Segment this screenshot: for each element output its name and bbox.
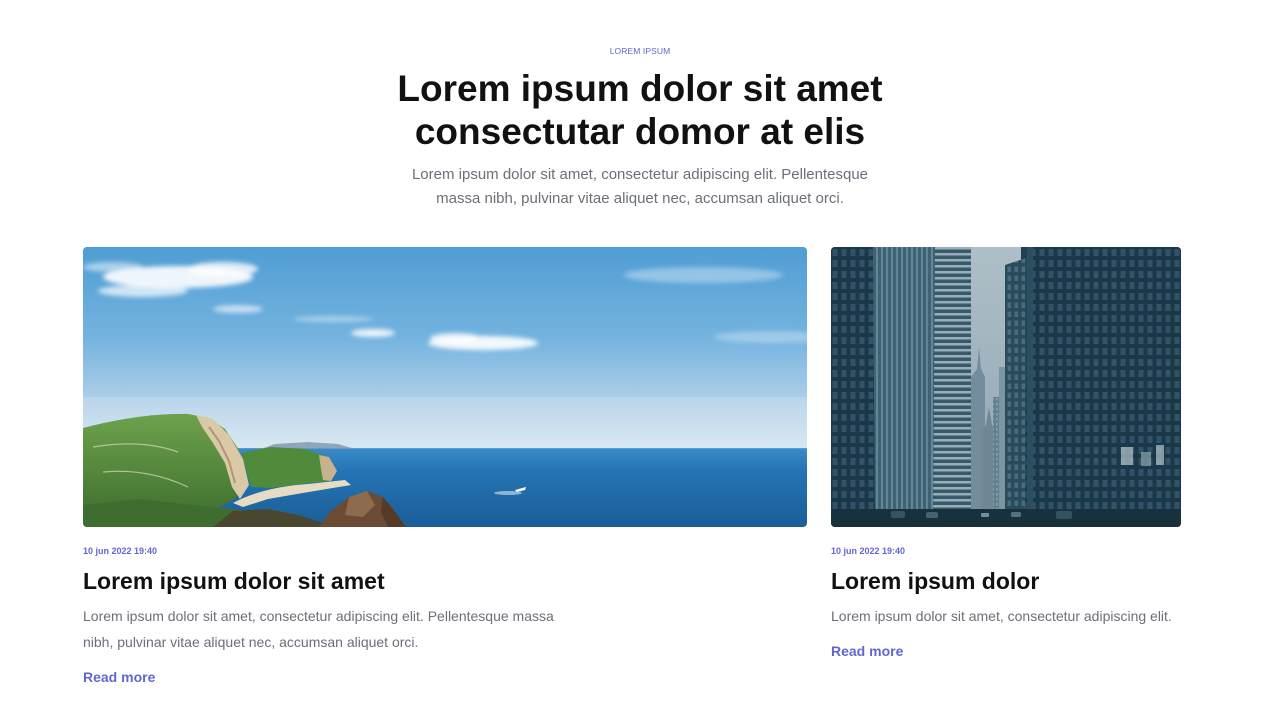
posts-grid: 10 jun 2022 19:40 Lorem ipsum dolor sit … <box>83 247 1181 687</box>
post-excerpt: Lorem ipsum dolor sit amet, consectetur … <box>83 608 554 650</box>
coastal-cliff-photo <box>83 247 807 527</box>
section-subtitle: Lorem ipsum dolor sit amet, consectetur … <box>411 166 869 207</box>
cloud <box>430 333 480 343</box>
cloud <box>351 329 395 337</box>
cloud <box>98 285 188 297</box>
post-title[interactable]: Lorem ipsum dolor sit amet <box>83 566 807 596</box>
post-title[interactable]: Lorem ipsum dolor <box>831 566 1181 596</box>
cloud <box>293 316 373 322</box>
city-street-photo <box>831 247 1181 527</box>
cloud <box>213 305 263 313</box>
post-excerpt: Lorem ipsum dolor sit amet, consectetur … <box>831 608 1172 624</box>
section-eyebrow: LOREM IPSUM <box>609 46 671 56</box>
read-more-link[interactable]: Read more <box>831 641 903 661</box>
section-title: Lorem ipsum dolor sit amet consectutar d… <box>397 68 883 152</box>
read-more-link[interactable]: Read more <box>83 667 155 687</box>
blog-intro-section: LOREM IPSUM Lorem ipsum dolor sit amet c… <box>0 0 1280 211</box>
tone-overlay <box>831 247 1181 527</box>
cloud <box>83 262 143 272</box>
post-card: 10 jun 2022 19:40 Lorem ipsum dolor sit … <box>83 247 807 687</box>
cloud <box>188 262 258 276</box>
post-date: 10 jun 2022 19:40 <box>831 546 906 556</box>
post-image-link[interactable] <box>831 247 1181 527</box>
post-image-link[interactable] <box>83 247 807 527</box>
post-date: 10 jun 2022 19:40 <box>83 546 158 556</box>
cloud <box>623 267 783 283</box>
post-card: 10 jun 2022 19:40 Lorem ipsum dolor Lore… <box>831 247 1181 687</box>
